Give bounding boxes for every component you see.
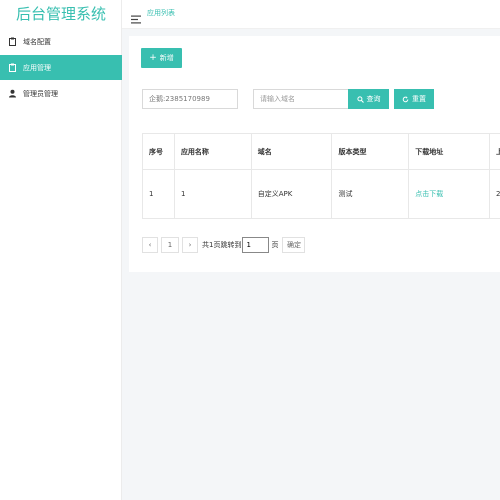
cell-app-name: 1 [173,169,252,219]
query-button[interactable]: 查询 [348,89,389,109]
cell-upload-time: 20 [488,169,500,219]
page-number-button[interactable]: 1 [161,237,179,253]
pagination-total-text: 共1页跳转到 [202,241,242,249]
user-icon [8,89,17,98]
app-table: 序号 应用名称 域名 版本类型 下载地址 上 1 1 自定义APK 测试 点击下… [142,133,500,219]
reset-button[interactable]: 重置 [394,89,434,109]
sidebar-item-domain-config[interactable]: 域名配置 [0,29,122,54]
sidebar-item-app-management[interactable]: 应用管理 [0,55,122,80]
domain-search-input[interactable] [253,89,349,109]
download-link[interactable]: 点击下载 [408,169,490,219]
prev-page-button[interactable]: ‹ [142,237,158,253]
column-header-domain: 域名 [250,133,333,170]
cell-domain: 自定义APK [250,169,333,219]
sidebar-item-label: 管理员管理 [23,89,58,98]
page-jump-input[interactable] [242,237,270,253]
clipboard-icon [8,63,17,72]
next-page-button[interactable]: › [182,237,198,253]
search-icon [356,95,364,103]
sidebar-item-admin-management[interactable]: 管理员管理 [0,81,122,106]
cell-version-type: 测试 [331,169,410,219]
refresh-icon [402,96,409,103]
company-contact-input[interactable] [142,89,238,109]
add-button[interactable]: + 新增 [141,48,182,68]
column-header-app-name: 应用名称 [173,133,252,170]
sidebar-item-label: 应用管理 [23,63,51,72]
menu-toggle-icon[interactable] [131,9,141,24]
page-jump-confirm-button[interactable]: 确定 [282,237,306,253]
page-unit-label: 页 [271,241,279,249]
column-header-version-type: 版本类型 [331,133,410,170]
clipboard-icon [8,37,17,46]
sidebar: 后台管理系统 域名配置 应用管理 管理员管理 [0,0,122,500]
cell-index: 1 [142,169,175,219]
table-row: 1 1 自定义APK 测试 点击下载 20 [142,169,500,219]
sidebar-item-label: 域名配置 [23,37,51,46]
pagination: ‹ 1 › 共1页跳转到 页 确定 [142,237,306,253]
main-content: + 新增 查询 重置 [122,29,500,500]
app-logo: 后台管理系统 [15,5,106,23]
column-header-index: 序号 [142,133,175,170]
column-header-download-url: 下载地址 [408,133,490,170]
column-header-upload: 上 [488,133,500,170]
reset-button-label: 重置 [412,95,426,103]
top-header: 应用列表 [122,0,500,29]
breadcrumb[interactable]: 应用列表 [147,0,175,27]
plus-icon: + [149,52,157,63]
query-button-label: 查询 [366,95,381,103]
content-card: + 新增 查询 重置 [129,36,500,272]
table-header-row: 序号 应用名称 域名 版本类型 下载地址 上 [142,133,500,170]
add-button-label: 新增 [159,54,174,62]
